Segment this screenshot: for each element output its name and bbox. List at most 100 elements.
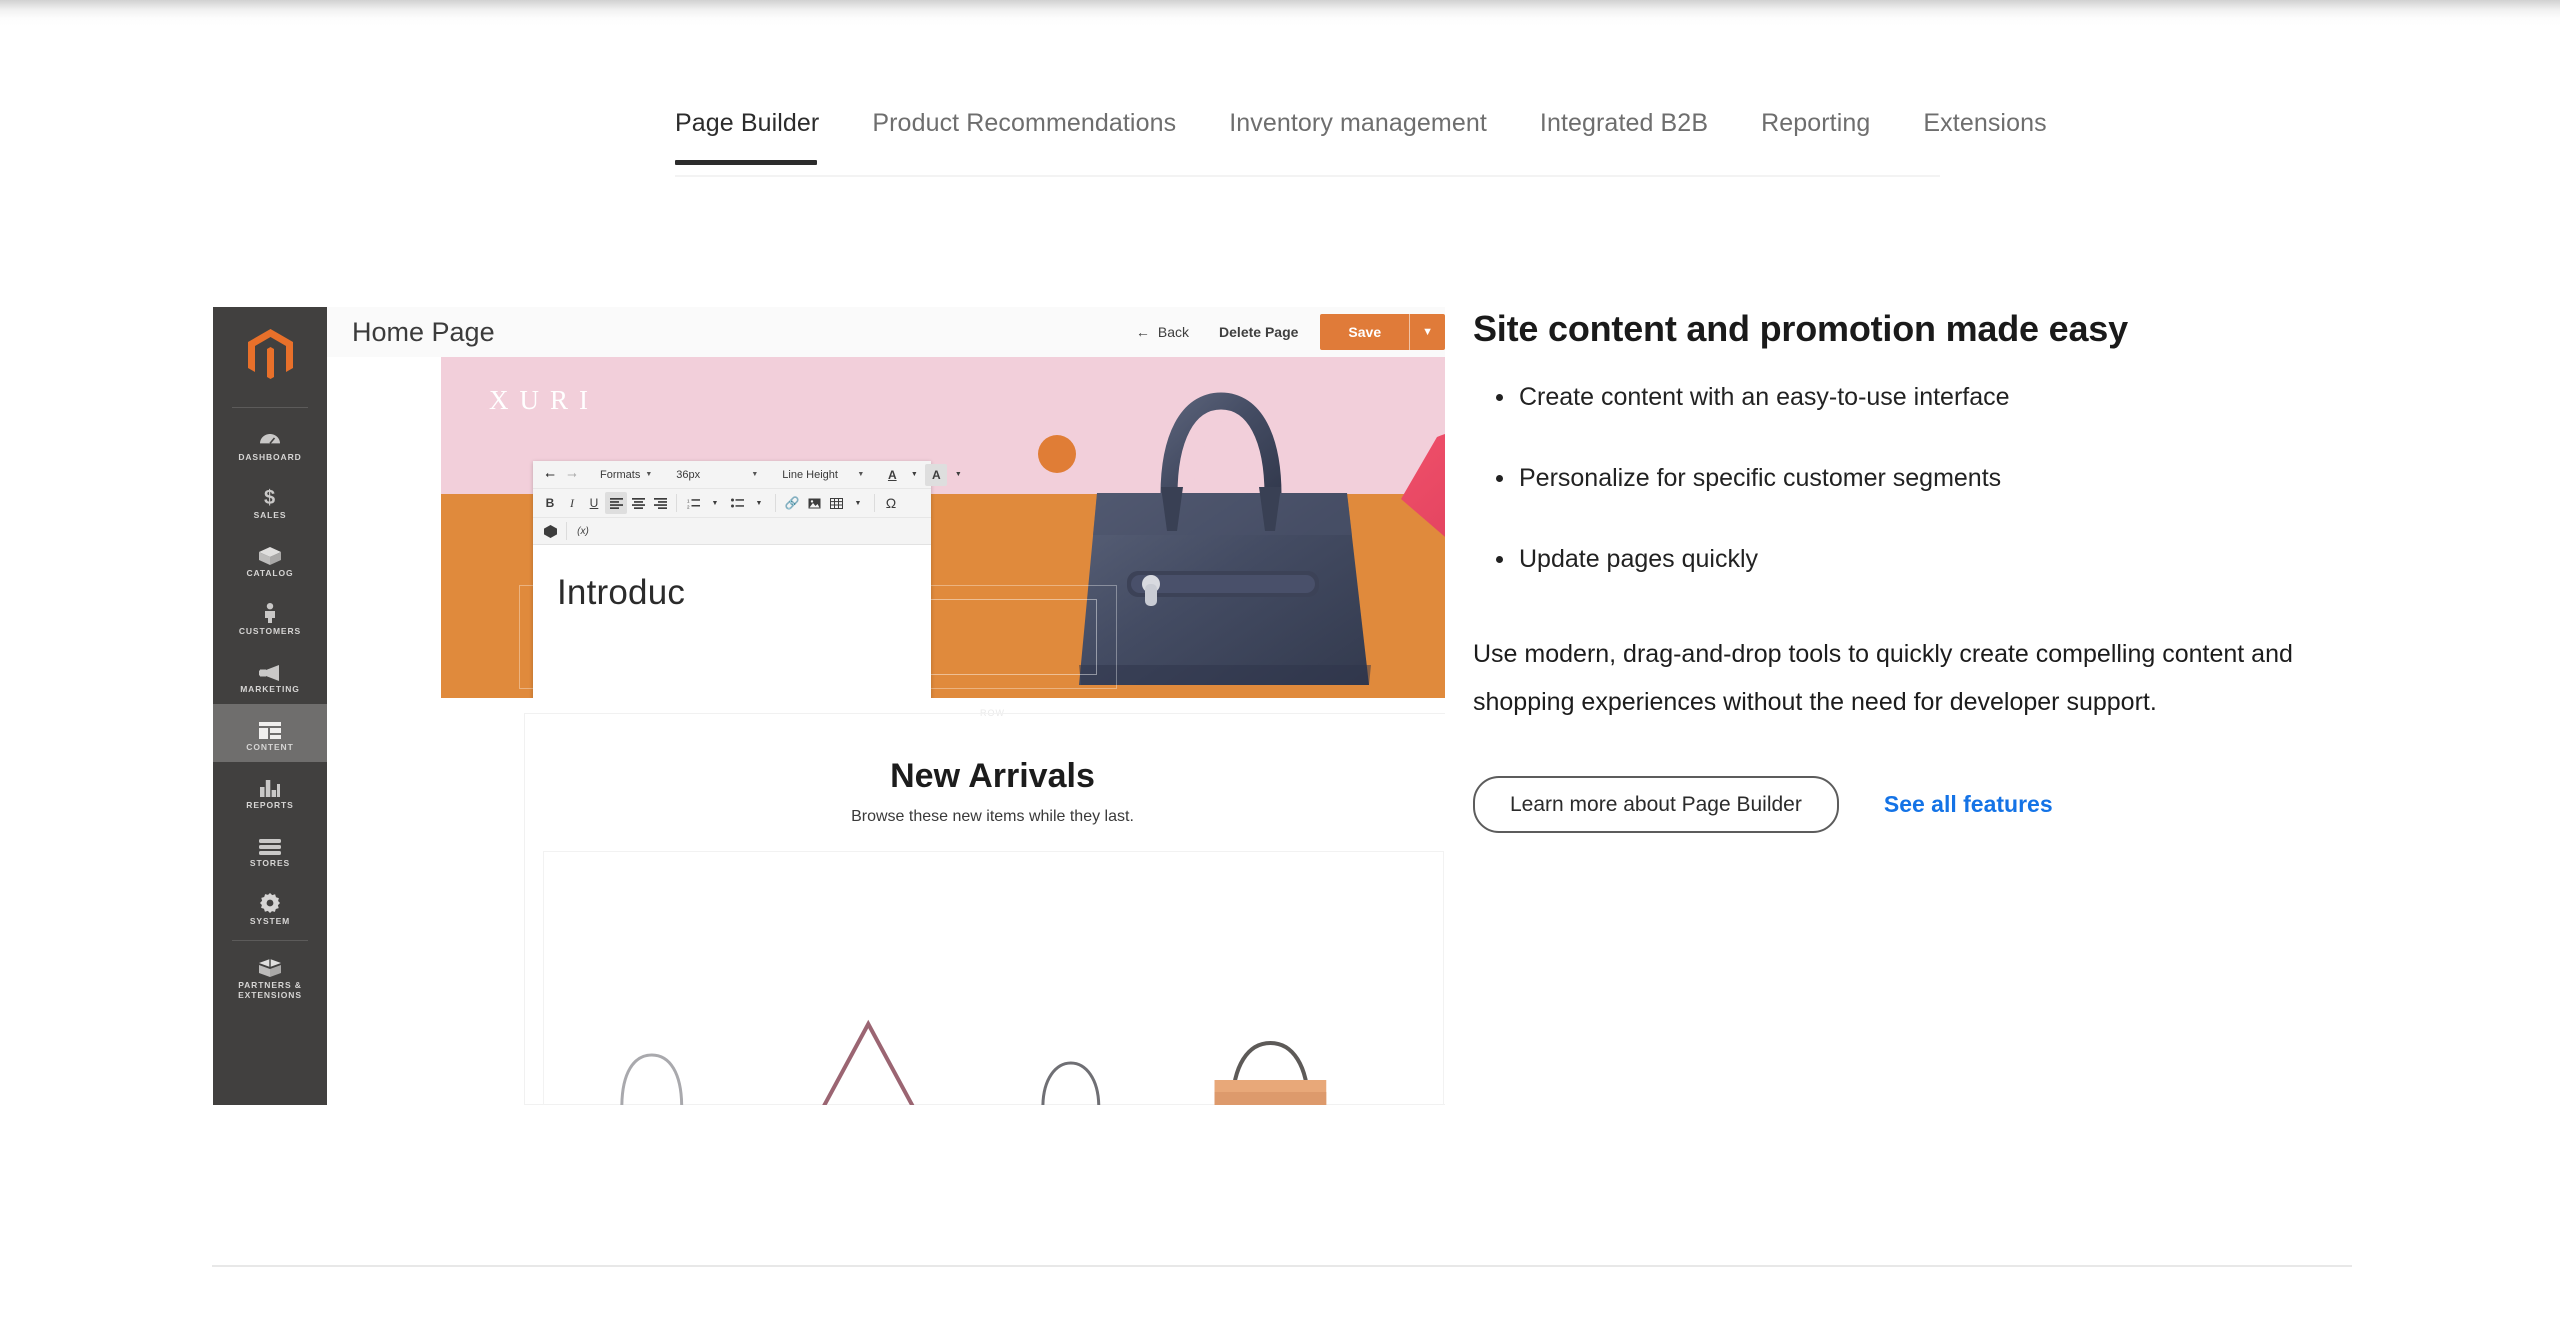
- tab-product-recommendations[interactable]: Product Recommendations: [872, 108, 1204, 165]
- wysiwyg-editor: ⭠ ⭢ Formats ▼ 36px ▼ Line Height ▼ A ▼ A…: [533, 461, 962, 698]
- undo-icon[interactable]: ⭠: [539, 464, 561, 486]
- toolbar-divider: [676, 494, 677, 512]
- font-size-select[interactable]: 36px ▼: [669, 464, 765, 486]
- sidebar-item-system[interactable]: System: [213, 878, 327, 936]
- sidebar-item-stores[interactable]: Stores: [213, 820, 327, 878]
- page-builder-stage: XURI ⭠ ⭢ Formats ▼ 36px ▼ Line Height ▼ …: [441, 357, 1445, 698]
- sidebar-item-label: Stores: [249, 857, 291, 868]
- formats-select-value: Formats: [600, 468, 641, 481]
- sidebar-item-sales[interactable]: $ Sales: [213, 472, 327, 530]
- feature-copy: Site content and promotion made easy Cre…: [1473, 307, 2353, 833]
- chevron-down-icon[interactable]: ▼: [1410, 314, 1445, 350]
- page-root: Page Builder Product Recommendations Inven…: [0, 0, 2560, 1333]
- sidebar-item-label: Catalog: [246, 567, 294, 578]
- editor-content-area[interactable]: Introduc: [533, 545, 931, 641]
- font-size-select-value: 36px: [676, 468, 701, 481]
- formats-select[interactable]: Formats ▼: [593, 464, 659, 486]
- bulleted-list-icon[interactable]: [726, 492, 748, 514]
- underline-icon[interactable]: U: [583, 492, 605, 514]
- chevron-down-icon[interactable]: ▼: [748, 492, 770, 514]
- align-center-icon[interactable]: [627, 492, 649, 514]
- tab-extensions[interactable]: Extensions: [1923, 108, 2074, 165]
- store-logo-xuri: XURI: [489, 385, 599, 415]
- bar-chart-icon: [260, 773, 280, 797]
- layout-icon: [259, 715, 281, 739]
- tab-page-builder[interactable]: Page Builder: [675, 108, 847, 165]
- align-left-icon[interactable]: [605, 492, 627, 514]
- image-icon[interactable]: [803, 492, 825, 514]
- back-label: Back: [1157, 324, 1190, 340]
- sidebar-item-customers[interactable]: Customers: [213, 588, 327, 646]
- back-button[interactable]: ← Back: [1136, 324, 1189, 340]
- special-character-icon[interactable]: Ω: [880, 492, 902, 514]
- table-icon[interactable]: [825, 492, 847, 514]
- chevron-down-icon[interactable]: ▼: [903, 464, 925, 486]
- tab-reporting[interactable]: Reporting: [1761, 108, 1898, 165]
- sidebar-divider-bottom: [232, 940, 308, 941]
- sidebar-item-label: System: [249, 915, 291, 926]
- megaphone-icon: [259, 657, 281, 681]
- feature-bullet-item: Personalize for specific customer segmen…: [1473, 462, 2353, 494]
- product-thumbnails: [544, 932, 1443, 1105]
- bold-icon[interactable]: B: [539, 492, 561, 514]
- learn-more-button[interactable]: Learn more about Page Builder: [1473, 776, 1839, 833]
- toolbar-divider: [775, 494, 776, 512]
- sidebar-item-label: Marketing: [240, 683, 300, 694]
- redo-icon[interactable]: ⭢: [561, 464, 583, 486]
- magento-admin-screenshot: Dashboard $ Sales Catalog Customers Marketing…: [213, 307, 1445, 1105]
- line-height-select[interactable]: Line Height ▼: [775, 464, 871, 486]
- line-height-select-value: Line Height: [782, 468, 838, 481]
- stores-icon: [259, 831, 281, 855]
- new-arrivals-subtitle: Browse these new items while they last.: [851, 808, 1134, 825]
- sidebar-item-label: Customers: [238, 625, 302, 636]
- gear-icon: [260, 889, 280, 913]
- feature-paragraph: Use modern, drag-and-drop tools to quick…: [1473, 640, 2293, 716]
- save-button[interactable]: Save: [1320, 314, 1409, 350]
- sidebar-item-reports[interactable]: Reports: [213, 762, 327, 820]
- sidebar-item-marketing[interactable]: Marketing: [213, 646, 327, 704]
- tab-inventory-management[interactable]: Inventory management: [1229, 108, 1515, 165]
- magento-widget-icon[interactable]: [539, 520, 561, 542]
- feature-tabs: Page Builder Product Recommendations Inven…: [0, 108, 2560, 180]
- chevron-down-icon[interactable]: ▼: [704, 492, 726, 514]
- chevron-down-icon: ▼: [751, 471, 759, 478]
- chevron-down-icon[interactable]: ▼: [947, 464, 969, 486]
- new-arrivals-title: New Arrivals: [890, 757, 1095, 795]
- box-icon: [259, 541, 281, 565]
- sidebar-item-content[interactable]: Content: [213, 704, 327, 762]
- tabs-underline-rule: [675, 175, 1940, 177]
- new-arrivals-container: New Arrivals Browse these new items whil…: [524, 713, 1445, 1105]
- magento-logo[interactable]: [213, 307, 327, 403]
- feature-bullet-item: Create content with an easy-to-use inter…: [1473, 381, 2353, 413]
- sidebar-item-catalog[interactable]: Catalog: [213, 530, 327, 588]
- editor-toolbar-row-2: B I U 1 2 ▼ ▼ 🔗 ▼ Ω: [533, 489, 931, 518]
- chevron-down-icon: ▼: [857, 471, 865, 478]
- person-icon: [264, 599, 276, 623]
- sidebar-item-partners-extensions[interactable]: Partners & Extensions: [213, 947, 327, 1005]
- text-color-icon[interactable]: A: [881, 464, 903, 486]
- italic-icon[interactable]: I: [561, 492, 583, 514]
- svg-text:2: 2: [687, 504, 690, 509]
- save-button-group[interactable]: Save ▼: [1320, 314, 1445, 350]
- delete-page-button[interactable]: Delete Page: [1219, 324, 1298, 340]
- link-icon[interactable]: 🔗: [781, 492, 803, 514]
- sidebar-item-dashboard[interactable]: Dashboard: [213, 414, 327, 472]
- sidebar-item-label: Reports: [246, 799, 294, 810]
- tab-integrated-b2b[interactable]: Integrated B2B: [1540, 108, 1736, 165]
- svg-text:$: $: [264, 487, 275, 507]
- admin-header-actions: ← Back Delete Page Save ▼: [1136, 307, 1445, 357]
- variable-icon[interactable]: (x): [572, 520, 594, 542]
- toolbar-divider: [874, 494, 875, 512]
- sidebar-item-label: Partners & Extensions: [238, 979, 302, 1000]
- admin-main: Home Page ← Back Delete Page Save ▼ XURI…: [327, 307, 1445, 1105]
- page-title: Home Page: [352, 316, 495, 347]
- numbered-list-icon[interactable]: 12: [682, 492, 704, 514]
- editor-content-text: Introduc: [557, 573, 686, 612]
- sidebar-divider-top: [232, 407, 308, 408]
- align-right-icon[interactable]: [649, 492, 671, 514]
- background-color-icon[interactable]: A: [925, 463, 948, 486]
- extensions-icon: [259, 953, 281, 977]
- chevron-down-icon[interactable]: ▼: [847, 492, 869, 514]
- editor-toolbar: ⭠ ⭢ Formats ▼ 36px ▼ Line Height ▼ A ▼ A…: [533, 461, 962, 545]
- see-all-features-link[interactable]: See all features: [1884, 791, 2053, 818]
